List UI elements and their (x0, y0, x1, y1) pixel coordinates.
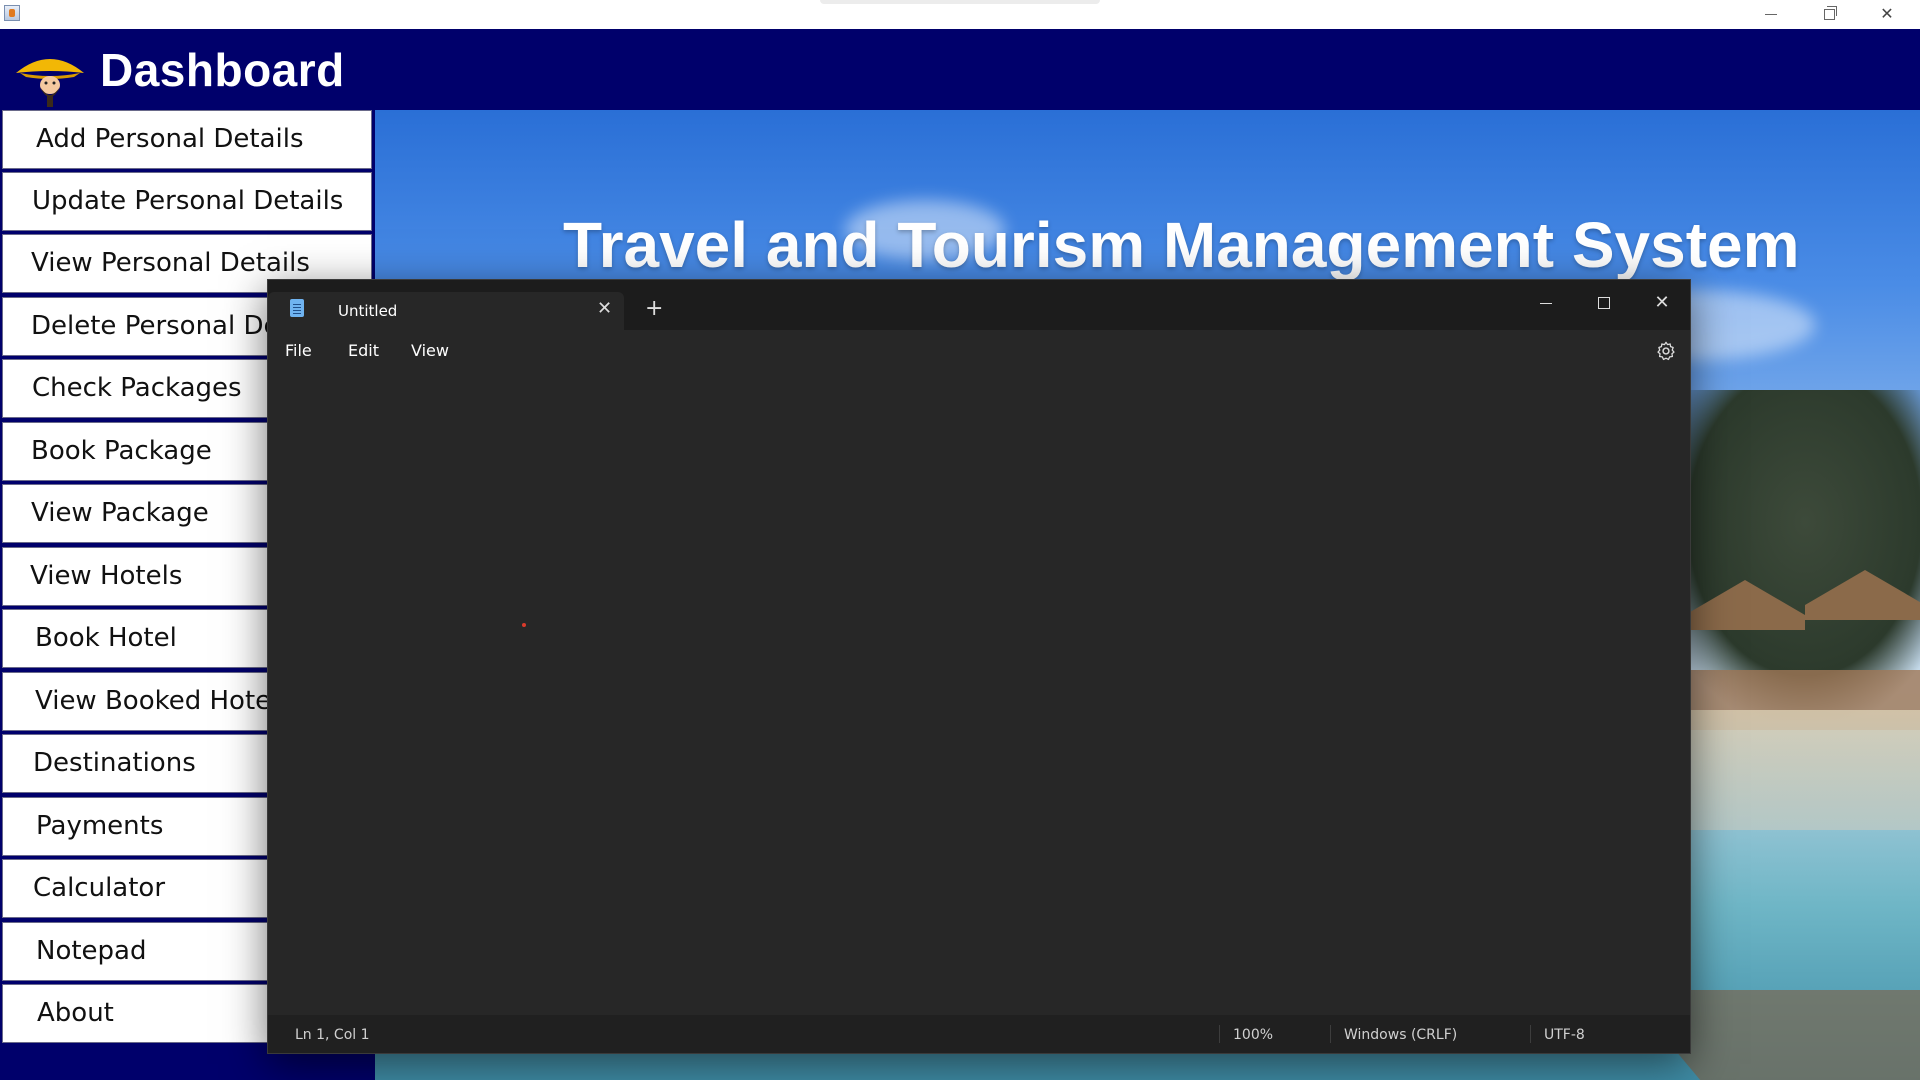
window-minimize-button[interactable] (1742, 0, 1800, 29)
banner-title: Travel and Tourism Management System (563, 209, 1800, 281)
notepad-icon (290, 299, 304, 317)
close-icon: ✕ (1880, 6, 1894, 23)
status-line-ending[interactable]: Windows (CRLF) (1344, 1027, 1457, 1043)
window-restore-button[interactable] (1800, 0, 1858, 29)
status-cursor-position: Ln 1, Col 1 (295, 1027, 370, 1043)
menu-file[interactable]: File (285, 341, 312, 360)
notepad-tabbar: Untitled ✕ + ✕ (268, 280, 1690, 330)
sidebar-item-update-personal-details[interactable]: Update Personal Details (2, 172, 372, 231)
notepad-statusbar: Ln 1, Col 1 100% Windows (CRLF) UTF-8 (268, 1015, 1690, 1053)
notepad-maximize-button[interactable] (1584, 288, 1624, 318)
minimize-icon (1540, 302, 1552, 304)
notepad-window: Untitled ✕ + ✕ File Edit View Ln 1, Col … (267, 279, 1691, 1054)
settings-gear-icon[interactable] (1655, 340, 1677, 362)
new-tab-button[interactable]: + (645, 296, 663, 321)
notepad-tab[interactable]: Untitled ✕ (268, 292, 624, 330)
close-icon: ✕ (1654, 292, 1670, 313)
tab-close-icon[interactable]: ✕ (597, 298, 612, 319)
menu-view[interactable]: View (411, 341, 449, 360)
status-separator (1330, 1025, 1331, 1043)
status-separator (1219, 1025, 1220, 1043)
status-encoding[interactable]: UTF-8 (1544, 1027, 1585, 1043)
notepad-menubar: File Edit View (268, 330, 1690, 372)
window-close-button[interactable]: ✕ (1858, 0, 1916, 29)
minimize-icon (1765, 14, 1777, 16)
dashboard-header: Dashboard (0, 29, 1920, 110)
menu-edit[interactable]: Edit (348, 341, 379, 360)
restore-icon (1823, 6, 1837, 21)
dashboard-title: Dashboard (100, 44, 345, 96)
notepad-tab-title: Untitled (338, 302, 398, 320)
status-zoom[interactable]: 100% (1233, 1027, 1273, 1043)
notepad-minimize-button[interactable] (1526, 288, 1566, 318)
window-titlebar: ✕ (0, 0, 1920, 30)
java-app-icon (4, 5, 20, 21)
hat-man-logo-icon (16, 59, 84, 107)
mouse-cursor-dot (522, 623, 526, 627)
sidebar-item-add-personal-details[interactable]: Add Personal Details (2, 110, 372, 169)
maximize-icon (1598, 297, 1610, 309)
status-separator (1530, 1025, 1531, 1043)
titlebar-notch (820, 0, 1100, 4)
notepad-close-button[interactable]: ✕ (1642, 288, 1682, 318)
notepad-text-area[interactable] (268, 372, 1690, 1015)
